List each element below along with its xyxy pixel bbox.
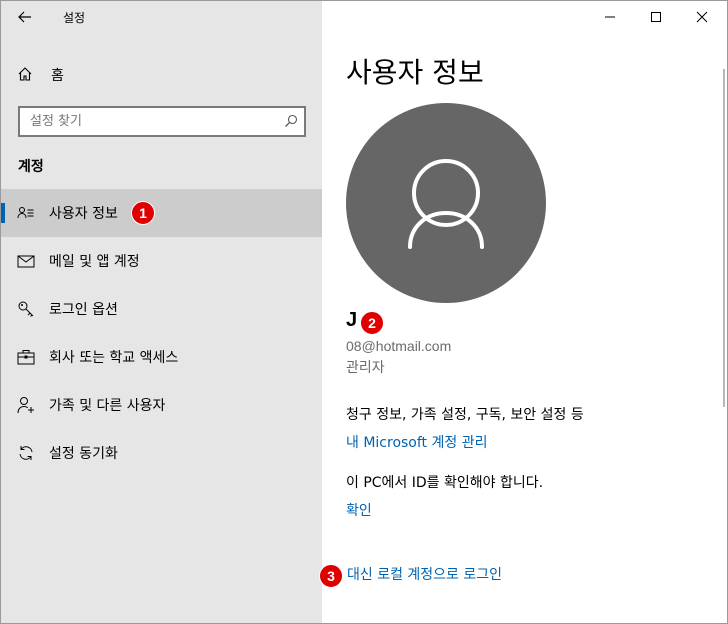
home-icon bbox=[18, 67, 32, 81]
sidebar-item-family-users[interactable]: 가족 및 다른 사용자 bbox=[1, 381, 322, 429]
briefcase-icon bbox=[17, 350, 35, 365]
sidebar-item-sync-settings[interactable]: 설정 동기화 bbox=[1, 429, 322, 477]
annotation-badge-3: 3 bbox=[319, 564, 343, 588]
person-card-icon bbox=[17, 207, 34, 219]
manage-account-link[interactable]: 내 Microsoft 계정 관리 bbox=[346, 432, 487, 452]
sidebar-item-your-info[interactable]: 사용자 정보 1 bbox=[1, 189, 322, 237]
maximize-icon bbox=[651, 12, 661, 22]
close-icon bbox=[696, 11, 708, 23]
key-icon bbox=[18, 301, 34, 317]
home-label: 홈 bbox=[51, 68, 64, 84]
sidebar-item-label: 사용자 정보 bbox=[49, 206, 118, 222]
user-email: 08@hotmail.com bbox=[346, 338, 452, 354]
page-title: 사용자 정보 bbox=[346, 56, 484, 89]
annotation-badge-2: 2 bbox=[360, 311, 384, 335]
add-person-icon bbox=[17, 397, 34, 414]
avatar[interactable] bbox=[346, 103, 546, 303]
search-input[interactable] bbox=[20, 108, 270, 135]
search-icon[interactable] bbox=[284, 114, 298, 128]
user-role: 관리자 bbox=[346, 360, 385, 376]
user-name: J bbox=[346, 309, 358, 331]
back-button[interactable] bbox=[11, 5, 39, 29]
maximize-button[interactable] bbox=[633, 1, 679, 33]
annotation-badge-1: 1 bbox=[131, 201, 155, 225]
active-indicator bbox=[1, 203, 5, 223]
main-content: 사용자 정보 J 2 08@hotmail.com 관리자 청구 정보, 가족 … bbox=[319, 1, 727, 623]
sidebar-item-sign-in-options[interactable]: 로그인 옵션 bbox=[1, 285, 322, 333]
sidebar-item-label: 로그인 옵션 bbox=[49, 302, 118, 318]
home-nav-item[interactable]: 홈 bbox=[1, 57, 322, 91]
back-arrow-icon bbox=[18, 11, 31, 23]
mail-icon bbox=[17, 255, 35, 268]
local-account-login-link[interactable]: 대신 로컬 계정으로 로그인 bbox=[347, 564, 502, 584]
section-title: 계정 bbox=[18, 159, 44, 175]
sidebar-item-email-accounts[interactable]: 메일 및 앱 계정 bbox=[1, 237, 322, 285]
sync-icon bbox=[19, 446, 33, 460]
verify-identity-text: 이 PC에서 ID를 확인해야 합니다. bbox=[346, 475, 544, 491]
sidebar-item-label: 설정 동기화 bbox=[49, 446, 118, 462]
minimize-icon bbox=[605, 16, 615, 18]
sidebar-item-work-school[interactable]: 회사 또는 학교 액세스 bbox=[1, 333, 322, 381]
app-title: 설정 bbox=[63, 11, 86, 25]
sidebar-item-label: 메일 및 앱 계정 bbox=[49, 254, 140, 270]
verify-link[interactable]: 확인 bbox=[346, 500, 372, 520]
settings-window: 설정 홈 계정 사용자 정보 bbox=[0, 0, 728, 624]
sidebar-item-label: 회사 또는 학교 액세스 bbox=[49, 350, 179, 366]
scrollbar[interactable] bbox=[723, 69, 725, 407]
billing-info-text: 청구 정보, 가족 설정, 구독, 보안 설정 등 bbox=[346, 407, 584, 423]
search-box[interactable] bbox=[18, 106, 306, 137]
account-nav: 사용자 정보 1 메일 및 앱 계정 로그인 옵션 회사 또는 학교 액세스 가… bbox=[1, 189, 322, 477]
close-button[interactable] bbox=[679, 1, 725, 33]
sidebar-item-label: 가족 및 다른 사용자 bbox=[49, 398, 166, 414]
title-bar-left: 설정 bbox=[1, 1, 322, 33]
minimize-button[interactable] bbox=[587, 1, 633, 33]
default-user-icon bbox=[408, 159, 484, 249]
sidebar: 설정 홈 계정 사용자 정보 bbox=[1, 1, 322, 623]
